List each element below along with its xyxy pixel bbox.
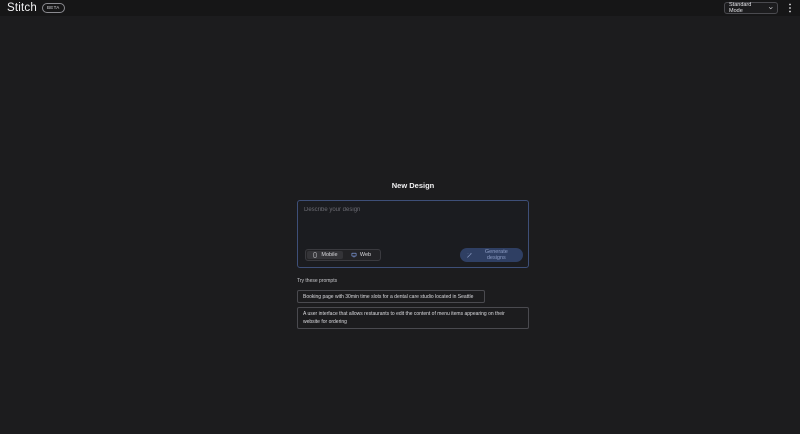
suggestions-heading: Try these prompts <box>297 278 338 284</box>
design-prompt-input[interactable] <box>304 207 522 237</box>
page-title: New Design <box>391 181 435 190</box>
kebab-vertical-icon[interactable] <box>786 3 794 13</box>
device-option-label: Web <box>359 252 372 258</box>
prompt-suggestion[interactable]: A user interface that allows restaurants… <box>297 307 529 329</box>
beta-badge: BETA <box>41 3 65 13</box>
device-toggle: Mobile Web <box>305 249 381 261</box>
device-option-mobile[interactable]: Mobile <box>307 251 343 259</box>
mode-select[interactable]: Standard Mode <box>724 2 778 14</box>
device-option-web[interactable]: Web <box>343 251 379 259</box>
app-logo-text: Stitch <box>7 2 37 14</box>
brand[interactable]: Stitch BETA <box>7 2 65 14</box>
top-bar: Stitch BETA Standard Mode <box>0 0 800 16</box>
chevron-down-icon <box>768 6 773 10</box>
device-option-label: Mobile <box>321 252 338 258</box>
monitor-icon <box>351 252 357 258</box>
prompt-suggestion[interactable]: Booking page with 30min time slots for a… <box>297 290 485 303</box>
magic-wand-icon <box>467 252 472 258</box>
generate-designs-button[interactable]: Generate designs <box>460 248 523 262</box>
prompt-box: Mobile Web Generate designs <box>297 200 529 268</box>
phone-icon <box>313 252 317 258</box>
mode-select-value: Standard Mode <box>729 2 752 14</box>
generate-designs-label: Generate designs <box>484 249 508 261</box>
